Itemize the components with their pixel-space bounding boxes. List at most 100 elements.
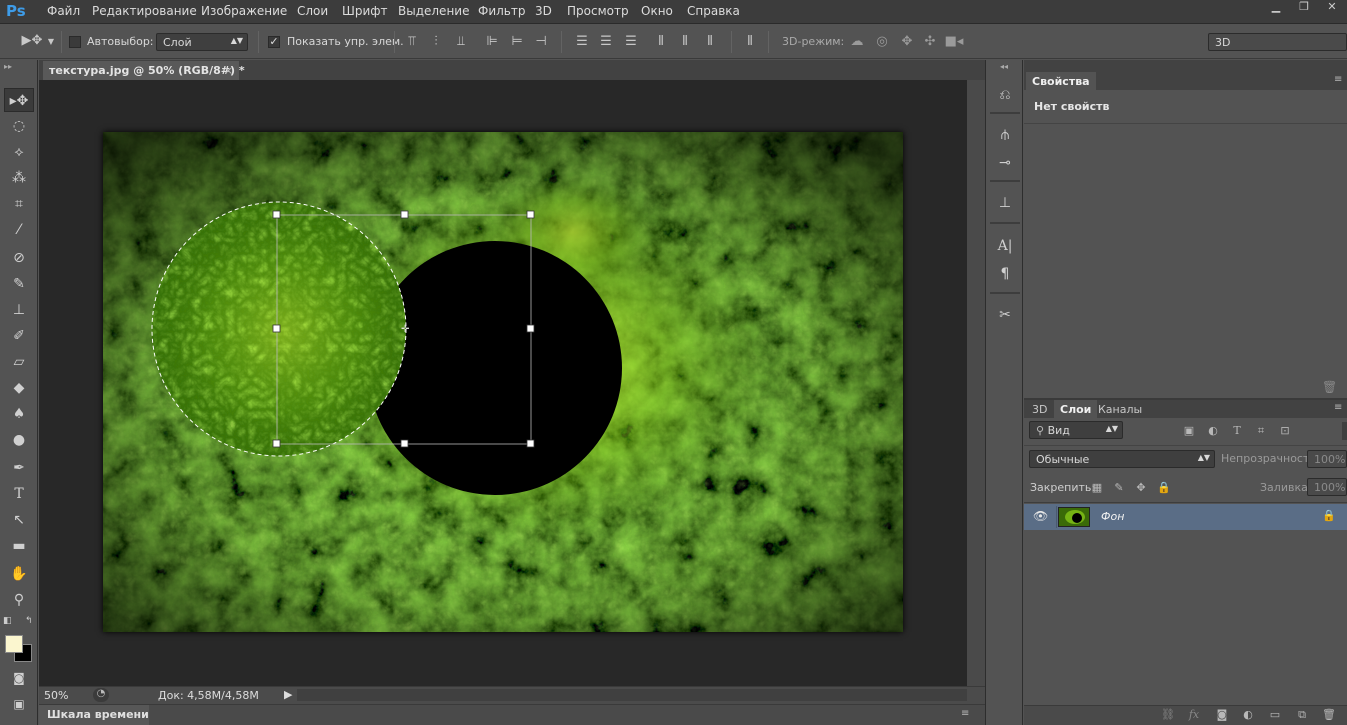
paint-bucket-tool-icon[interactable]: ◆ — [4, 376, 34, 400]
new-group-icon[interactable]: ▭ — [1267, 708, 1283, 722]
workspace-select[interactable]: 3D — [1208, 33, 1347, 51]
clone-source-icon[interactable]: ⊥ — [993, 192, 1017, 214]
link-layers-icon[interactable]: ⛓ — [1160, 708, 1176, 722]
filter-adjustment-icon[interactable]: ◐ — [1206, 424, 1220, 438]
image-canvas[interactable]: ✛ — [103, 132, 903, 632]
tool-presets-icon[interactable]: ✂ — [993, 304, 1017, 326]
default-colors-icon[interactable]: ◧ — [3, 616, 12, 626]
menu-layers[interactable]: Слои — [297, 4, 328, 18]
panel-menu-icon[interactable]: ≡ — [1334, 74, 1342, 85]
layer-row[interactable]: 👁 Фон 🔒 — [1024, 504, 1347, 530]
menu-type[interactable]: Шрифт — [342, 4, 388, 18]
distribute-hcenter-icon[interactable]: ⦀ — [677, 34, 693, 50]
status-menu-icon[interactable]: ◔ — [93, 688, 109, 702]
fx-icon[interactable]: fx — [1186, 708, 1202, 722]
align-right-icon[interactable]: ⊣ — [533, 34, 549, 50]
align-hcenter-icon[interactable]: ⊨ — [509, 34, 525, 50]
quick-mask-icon[interactable]: ◙ — [4, 666, 34, 690]
collapse-arrows-icon[interactable]: ◂◂ — [1000, 62, 1008, 71]
zoom-level[interactable]: 50% — [44, 689, 68, 702]
foreground-color-swatch[interactable] — [5, 635, 23, 653]
tab-3d[interactable]: 3D — [1026, 400, 1053, 418]
healing-brush-tool-icon[interactable]: ⊘ — [4, 246, 34, 270]
align-left-icon[interactable]: ⊫ — [484, 34, 500, 50]
chevron-down-icon[interactable]: ▼ — [46, 34, 56, 50]
slide-3d-icon[interactable]: ✣ — [921, 34, 939, 50]
align-vcenter-icon[interactable]: ⫶ — [428, 34, 444, 50]
delete-layer-icon[interactable]: 🗑 — [1321, 708, 1337, 722]
restore-icon[interactable]: ❐ — [1292, 0, 1316, 16]
paragraph-icon[interactable]: ¶ — [993, 263, 1017, 285]
menu-edit[interactable]: Редактирование — [92, 4, 197, 18]
menu-image[interactable]: Изображение — [201, 4, 287, 18]
menu-select[interactable]: Выделение — [398, 4, 469, 18]
collapse-arrows-icon[interactable]: ▸▸ — [4, 62, 12, 71]
menu-view[interactable]: Просмотр — [567, 4, 629, 18]
fill-input[interactable]: 100% — [1307, 478, 1347, 496]
tab-channels[interactable]: Каналы — [1092, 400, 1148, 418]
blur-tool-icon[interactable]: ♠ — [4, 402, 34, 426]
new-layer-icon[interactable]: ⧉ — [1294, 708, 1310, 722]
dodge-tool-icon[interactable]: ● — [4, 428, 34, 452]
filter-type-icon[interactable]: T — [1230, 424, 1244, 438]
document-tab[interactable]: текстура.jpg @ 50% (RGB/8#) * × — [43, 61, 245, 80]
lasso-tool-icon[interactable]: ⟡ — [4, 140, 34, 164]
close-icon[interactable]: ✕ — [1320, 0, 1344, 16]
lock-position-icon[interactable]: ✥ — [1134, 481, 1148, 495]
lock-pixels-icon[interactable]: ✎ — [1112, 481, 1126, 495]
status-expand-icon[interactable]: ▶ — [284, 688, 292, 701]
rectangle-tool-icon[interactable]: ▬ — [4, 534, 34, 558]
type-tool-icon[interactable]: T — [4, 482, 34, 506]
screen-mode-icon[interactable]: ▣ — [4, 692, 34, 716]
opacity-input[interactable]: 100% — [1307, 450, 1347, 468]
path-selection-tool-icon[interactable]: ↖ — [4, 508, 34, 532]
filter-smart-object-icon[interactable]: ⊡ — [1278, 424, 1292, 438]
menu-3d[interactable]: 3D — [535, 4, 552, 18]
align-top-icon[interactable]: ⫪ — [404, 34, 420, 50]
crop-tool-icon[interactable]: ⌗ — [4, 192, 34, 216]
menu-window[interactable]: Окно — [641, 4, 673, 18]
swap-colors-icon[interactable]: ↰ — [25, 616, 33, 626]
vertical-scrollbar[interactable] — [967, 80, 985, 686]
history-icon[interactable]: ⎌ — [993, 84, 1017, 106]
tab-layers[interactable]: Слои — [1054, 400, 1098, 418]
move-tool-preset-icon[interactable]: ▶✥ — [20, 33, 44, 49]
distribute-right-icon[interactable]: ⦀ — [702, 34, 718, 50]
layer-name[interactable]: Фон — [1101, 510, 1124, 523]
hand-tool-icon[interactable]: ✋ — [4, 562, 34, 586]
lock-transparency-icon[interactable]: ▦ — [1090, 481, 1104, 495]
add-mask-icon[interactable]: ◙ — [1214, 708, 1230, 722]
distribute-bottom-icon[interactable]: ☰ — [623, 34, 639, 50]
adjustment-layer-icon[interactable]: ◐ — [1240, 708, 1256, 722]
roll-3d-icon[interactable]: ◎ — [873, 34, 891, 50]
blend-mode-select[interactable]: Обычные ▲▼ — [1029, 450, 1215, 468]
eyedropper-tool-icon[interactable]: ⁄ — [4, 218, 34, 242]
autoselect-checkbox[interactable] — [69, 36, 81, 48]
distribute-top-icon[interactable]: ☰ — [574, 34, 590, 50]
autoselect-target-select[interactable]: Слой ▲▼ — [156, 33, 248, 51]
menu-file[interactable]: Файл — [47, 4, 80, 18]
distribute-vcenter-icon[interactable]: ☰ — [598, 34, 614, 50]
horizontal-scrollbar[interactable] — [297, 689, 967, 701]
pen-tool-icon[interactable]: ✒ — [4, 456, 34, 480]
filter-shape-icon[interactable]: ⌗ — [1254, 424, 1268, 438]
minimize-icon[interactable]: ▁ — [1264, 0, 1288, 16]
rotate-3d-icon[interactable]: ☁ — [848, 34, 866, 50]
history-brush-tool-icon[interactable]: ✐ — [4, 324, 34, 348]
menu-help[interactable]: Справка — [687, 4, 740, 18]
panel-menu-icon[interactable]: ≡ — [1334, 402, 1342, 413]
distribute-left-icon[interactable]: ⦀ — [653, 34, 669, 50]
panel-menu-icon[interactable]: ≡ — [961, 708, 969, 719]
align-bottom-icon[interactable]: ⫫ — [453, 34, 469, 50]
layer-filter-select[interactable]: ⚲ Вид ▲▼ — [1029, 421, 1123, 439]
scale-3d-icon[interactable]: ■◂ — [944, 34, 964, 50]
brush-tool-icon[interactable]: ✎ — [4, 272, 34, 296]
character-icon[interactable]: A| — [993, 235, 1017, 257]
properties-tab[interactable]: Свойства — [1026, 72, 1096, 90]
trash-icon[interactable]: 🗑 — [1322, 380, 1337, 394]
clone-stamp-tool-icon[interactable]: ⊥ — [4, 298, 34, 322]
move-tool-icon[interactable]: ▸✥ — [4, 88, 34, 112]
filter-pixel-icon[interactable]: ▣ — [1182, 424, 1196, 438]
timeline-tab[interactable]: Шкала времени — [47, 708, 149, 721]
brush-settings-icon[interactable]: ⊸ — [993, 152, 1017, 174]
